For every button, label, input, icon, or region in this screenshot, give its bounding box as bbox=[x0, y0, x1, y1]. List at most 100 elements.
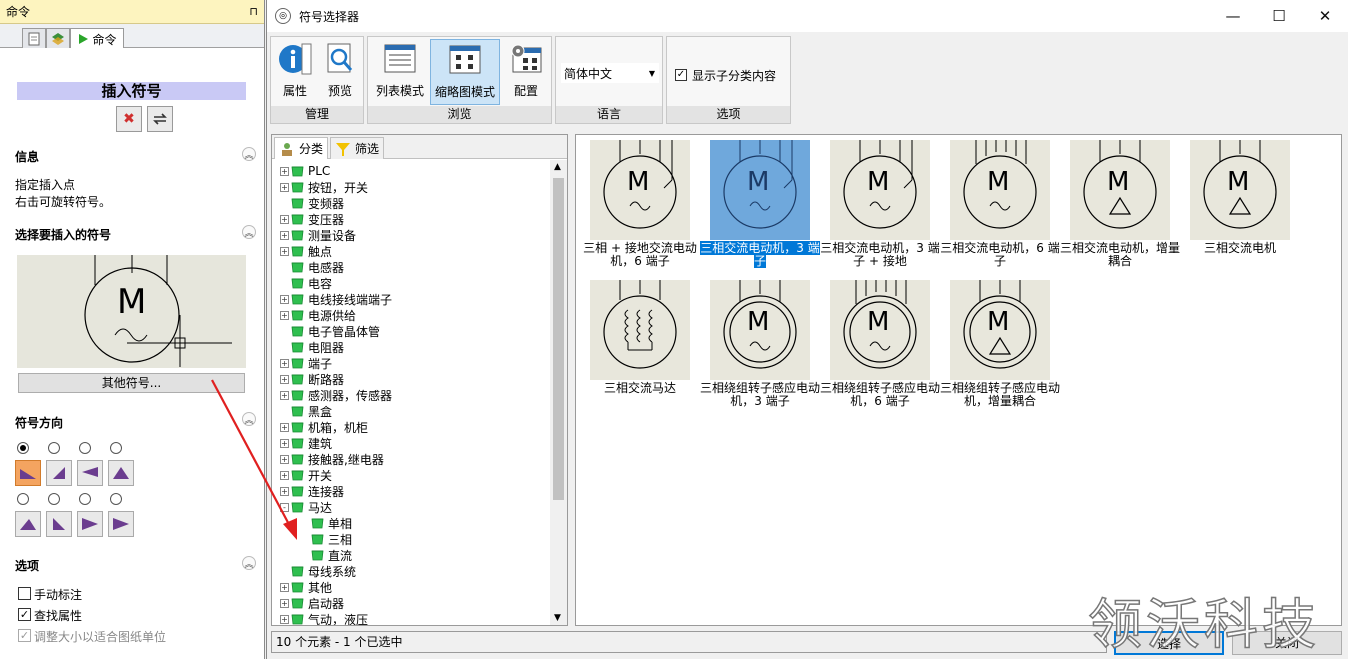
expand-node-icon[interactable]: + bbox=[280, 438, 289, 448]
properties-button[interactable]: 属性 bbox=[274, 39, 316, 105]
direction-radio-1[interactable] bbox=[17, 442, 29, 454]
expand-node-icon[interactable]: + bbox=[280, 486, 289, 496]
cancel-button[interactable]: ✖ bbox=[116, 106, 142, 132]
tree-node[interactable]: + 变压器 bbox=[280, 211, 344, 227]
expand-node-icon[interactable]: + bbox=[280, 214, 289, 224]
find-attributes-checkbox[interactable]: ✓ bbox=[18, 608, 31, 621]
tree-node[interactable]: + 端子 bbox=[280, 355, 332, 371]
direction-radio-6[interactable] bbox=[48, 493, 60, 505]
tab-document[interactable] bbox=[22, 28, 46, 48]
expand-node-icon[interactable]: + bbox=[280, 470, 289, 480]
symbol-tile[interactable]: M 三相绕组转子感应电动机，增量耦合 bbox=[940, 277, 1060, 412]
expand-node-icon[interactable]: + bbox=[280, 230, 289, 240]
direction-radio-4[interactable] bbox=[110, 442, 122, 454]
manual-label-checkbox[interactable] bbox=[18, 587, 31, 600]
tree-node[interactable]: 电容 bbox=[280, 275, 332, 291]
expand-node-icon[interactable]: + bbox=[280, 246, 289, 256]
expand-node-icon[interactable]: + bbox=[280, 310, 289, 320]
expand-node-icon[interactable]: + bbox=[280, 390, 289, 400]
tree-node[interactable]: + 触点 bbox=[280, 243, 332, 259]
direction-button-1[interactable] bbox=[15, 460, 41, 486]
thumbnail-mode-button[interactable]: 缩略图模式 bbox=[430, 39, 500, 105]
maximize-button[interactable]: ☐ bbox=[1256, 0, 1302, 32]
expand-node-icon[interactable]: + bbox=[280, 182, 289, 192]
tree-node[interactable]: + 气动，液压 bbox=[280, 611, 368, 625]
expand-node-icon[interactable]: + bbox=[280, 582, 289, 592]
collapse-options-icon[interactable]: ︽ bbox=[242, 556, 256, 570]
symbol-tile[interactable]: M 三相交流电动机，3 端子 bbox=[700, 137, 820, 272]
tree-node[interactable]: + 断路器 bbox=[280, 371, 344, 387]
expand-node-icon[interactable]: + bbox=[280, 614, 289, 624]
minimize-button[interactable]: — bbox=[1210, 0, 1256, 32]
tree-node[interactable]: + 连接器 bbox=[280, 483, 344, 499]
tree-scrollbar-thumb[interactable] bbox=[553, 178, 564, 500]
symbol-tile[interactable]: M 三相绕组转子感应电动机，6 端子 bbox=[820, 277, 940, 412]
direction-radio-2[interactable] bbox=[48, 442, 60, 454]
direction-button-8[interactable] bbox=[108, 511, 134, 537]
expand-node-icon[interactable]: + bbox=[280, 358, 289, 368]
tree-scrollbar[interactable]: ▲ ▼ bbox=[550, 160, 567, 625]
tree-node[interactable]: 母线系统 bbox=[280, 563, 356, 579]
symbol-tile[interactable]: M 三相绕组转子感应电动机，3 端子 bbox=[700, 277, 820, 412]
tab-categories[interactable]: 分类 bbox=[274, 137, 329, 159]
direction-button-4[interactable] bbox=[108, 460, 134, 486]
list-mode-button[interactable]: 列表模式 bbox=[371, 39, 429, 105]
direction-radio-8[interactable] bbox=[110, 493, 122, 505]
expand-node-icon[interactable]: + bbox=[280, 166, 289, 176]
tree-node[interactable]: - 马达 bbox=[280, 499, 332, 515]
tree-node[interactable]: + 感测器，传感器 bbox=[280, 387, 392, 403]
symbol-tile[interactable]: M 三相交流电机 bbox=[1180, 137, 1300, 272]
direction-button-2[interactable] bbox=[46, 460, 72, 486]
tree-node[interactable]: 黑盒 bbox=[280, 403, 332, 419]
collapse-info-icon[interactable]: ︽ bbox=[242, 147, 256, 161]
tab-commands[interactable]: 命令 bbox=[70, 28, 124, 49]
tree-node[interactable]: 电子管晶体管 bbox=[280, 323, 380, 339]
tree-node[interactable]: + 接触器,继电器 bbox=[280, 451, 384, 467]
tree-node[interactable]: + 测量设备 bbox=[280, 227, 356, 243]
config-button[interactable]: 配置 bbox=[504, 39, 548, 105]
symbol-tile[interactable]: M 三相 + 接地交流电动机，6 端子 bbox=[580, 137, 700, 272]
symbol-tile[interactable]: M 三相交流电动机，3 端子 + 接地 bbox=[820, 137, 940, 272]
expand-node-icon[interactable]: + bbox=[280, 422, 289, 432]
expand-node-icon[interactable]: + bbox=[280, 598, 289, 608]
expand-node-icon[interactable]: + bbox=[280, 294, 289, 304]
scroll-up-icon[interactable]: ▲ bbox=[554, 162, 561, 172]
collapse-select-icon[interactable]: ︽ bbox=[242, 225, 256, 239]
collapse-direction-icon[interactable]: ︽ bbox=[242, 412, 256, 426]
tree-node[interactable]: + 建筑 bbox=[280, 435, 332, 451]
symbol-tile[interactable]: M 三相交流电动机，增量耦合 bbox=[1060, 137, 1180, 272]
direction-radio-7[interactable] bbox=[79, 493, 91, 505]
direction-button-7[interactable] bbox=[77, 511, 103, 537]
tree-node[interactable]: + 启动器 bbox=[280, 595, 344, 611]
tree-node[interactable]: 单相 bbox=[300, 515, 352, 531]
tree-node[interactable]: + 机箱，机柜 bbox=[280, 419, 368, 435]
pin-icon[interactable]: ⊓ bbox=[249, 5, 258, 18]
language-select[interactable]: 简体中文 ▼ bbox=[561, 63, 659, 83]
scroll-down-icon[interactable]: ▼ bbox=[554, 613, 561, 623]
tree-node[interactable]: 三相 bbox=[300, 531, 352, 547]
tree-node[interactable]: + 电线接线端端子 bbox=[280, 291, 392, 307]
direction-radio-3[interactable] bbox=[79, 442, 91, 454]
tree-node[interactable]: + 开关 bbox=[280, 467, 332, 483]
collapse-node-icon[interactable]: - bbox=[280, 502, 289, 512]
preview-button[interactable]: 预览 bbox=[319, 39, 361, 105]
symbol-tile[interactable]: M 三相交流电动机，6 端子 bbox=[940, 137, 1060, 272]
tree-node[interactable]: 变频器 bbox=[280, 195, 344, 211]
tab-filter[interactable]: 筛选 bbox=[330, 137, 385, 159]
symbol-tile[interactable]: 三相交流马达 bbox=[580, 277, 700, 412]
tree-node[interactable]: 电阻器 bbox=[280, 339, 344, 355]
direction-button-3[interactable] bbox=[77, 460, 103, 486]
tree-node[interactable]: + 其他 bbox=[280, 579, 332, 595]
tree-node[interactable]: 直流 bbox=[300, 547, 352, 563]
direction-radio-5[interactable] bbox=[17, 493, 29, 505]
tree-node[interactable]: + PLC bbox=[280, 163, 330, 179]
direction-button-5[interactable] bbox=[15, 511, 41, 537]
swap-button[interactable] bbox=[147, 106, 173, 132]
other-symbols-button[interactable]: 其他符号... bbox=[18, 373, 245, 393]
expand-node-icon[interactable]: + bbox=[280, 374, 289, 384]
tree-node[interactable]: + 按钮，开关 bbox=[280, 179, 368, 195]
show-subcategories-checkbox[interactable]: ✓ bbox=[675, 69, 687, 81]
tree-node[interactable]: 电感器 bbox=[280, 259, 344, 275]
tab-layers[interactable] bbox=[46, 28, 70, 48]
tree-node[interactable]: + 电源供给 bbox=[280, 307, 356, 323]
